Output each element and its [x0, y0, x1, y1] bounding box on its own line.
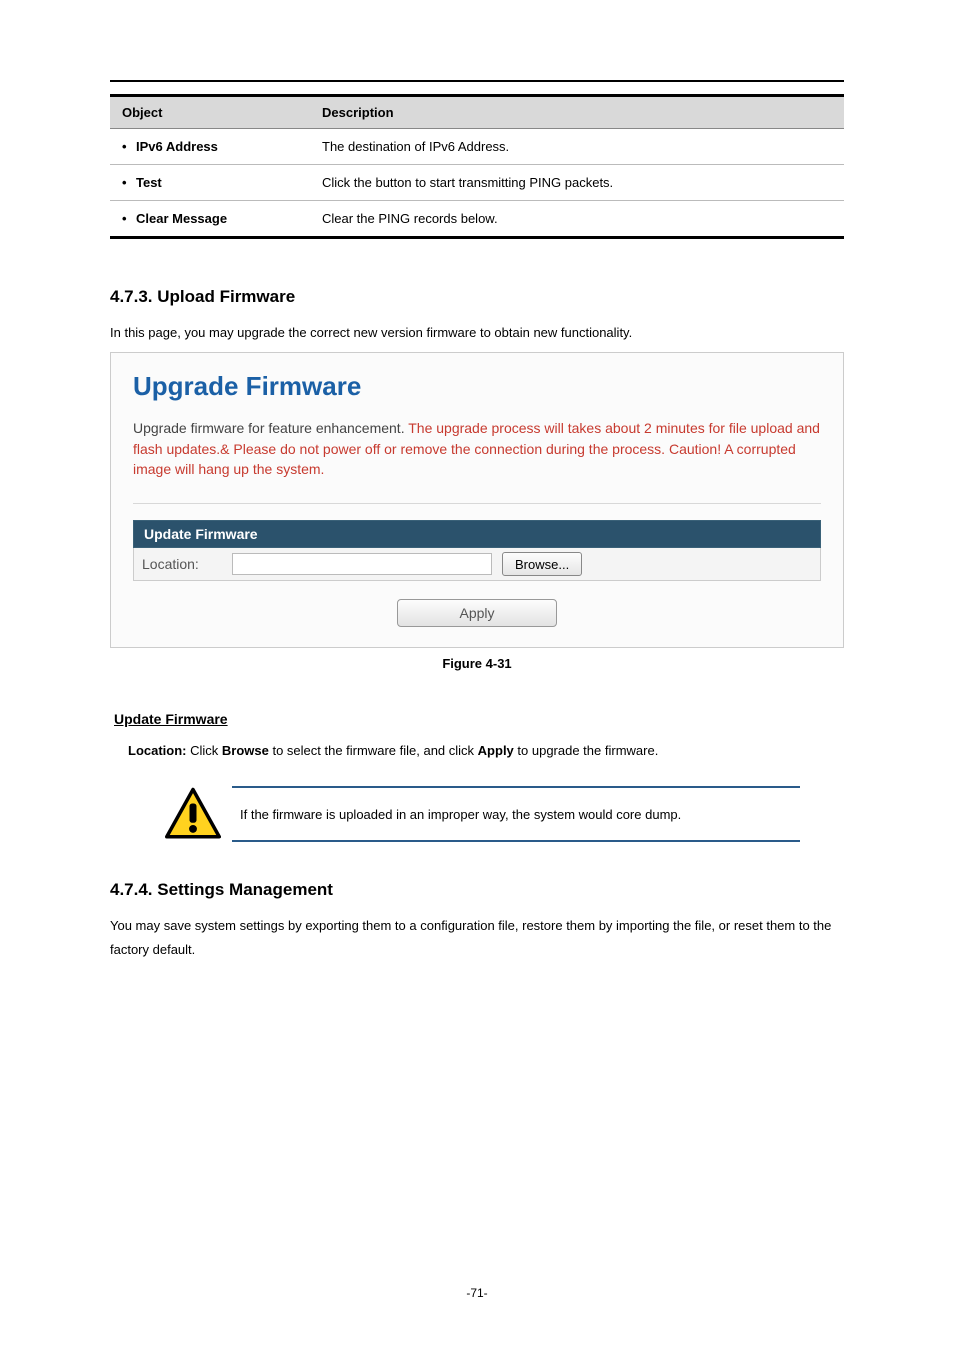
object-description: Clear the PING records below.: [310, 201, 844, 238]
heading-upload-firmware: 4.7.3. Upload Firmware: [110, 287, 844, 307]
bullet-icon: •: [122, 211, 136, 226]
heading-settings-management: 4.7.4. Settings Management: [110, 880, 844, 900]
location-row: Location: Browse...: [133, 548, 821, 581]
table-row: •Clear Message Clear the PING records be…: [110, 201, 844, 238]
object-description: The destination of IPv6 Address.: [310, 129, 844, 165]
panel-separator: [133, 503, 821, 504]
table-header-description: Description: [310, 96, 844, 129]
object-label: Test: [136, 175, 162, 190]
object-description-table: Object Description •IPv6 Address The des…: [110, 94, 844, 239]
top-rule: [110, 80, 844, 82]
panel-desc-normal: Upgrade firmware for feature enhancement…: [133, 420, 408, 436]
location-instruction: Location: Click Browse to select the fir…: [128, 743, 844, 758]
browse-strong: Browse: [222, 743, 269, 758]
update-firmware-subheading: Update Firmware: [114, 711, 844, 727]
panel-title: Upgrade Firmware: [133, 371, 821, 402]
warning-note: If the firmware is uploaded in an improp…: [160, 786, 800, 842]
upload-firmware-intro: In this page, you may upgrade the correc…: [110, 321, 844, 344]
page-number: -71-: [0, 1286, 954, 1300]
panel-description: Upgrade firmware for feature enhancement…: [133, 418, 821, 479]
table-row: •Test Click the button to start transmit…: [110, 165, 844, 201]
location-input[interactable]: [232, 553, 492, 575]
apply-button[interactable]: Apply: [397, 599, 557, 627]
object-label: IPv6 Address: [136, 139, 218, 154]
browse-button[interactable]: Browse...: [502, 552, 582, 576]
object-label: Clear Message: [136, 211, 227, 226]
bullet-icon: •: [122, 175, 136, 190]
settings-management-body: You may save system settings by exportin…: [110, 914, 844, 961]
location-strong: Location:: [128, 743, 187, 758]
apply-strong: Apply: [478, 743, 514, 758]
warning-message: If the firmware is uploaded in an improp…: [232, 786, 800, 842]
table-row: •IPv6 Address The destination of IPv6 Ad…: [110, 129, 844, 165]
update-firmware-bar: Update Firmware: [133, 520, 821, 548]
location-label: Location:: [142, 556, 232, 572]
object-description: Click the button to start transmitting P…: [310, 165, 844, 201]
table-header-object: Object: [110, 96, 310, 129]
upgrade-firmware-panel: Upgrade Firmware Upgrade firmware for fe…: [110, 352, 844, 648]
warning-icon: [160, 786, 232, 842]
bullet-icon: •: [122, 139, 136, 154]
figure-caption: Figure 4-31: [110, 656, 844, 671]
